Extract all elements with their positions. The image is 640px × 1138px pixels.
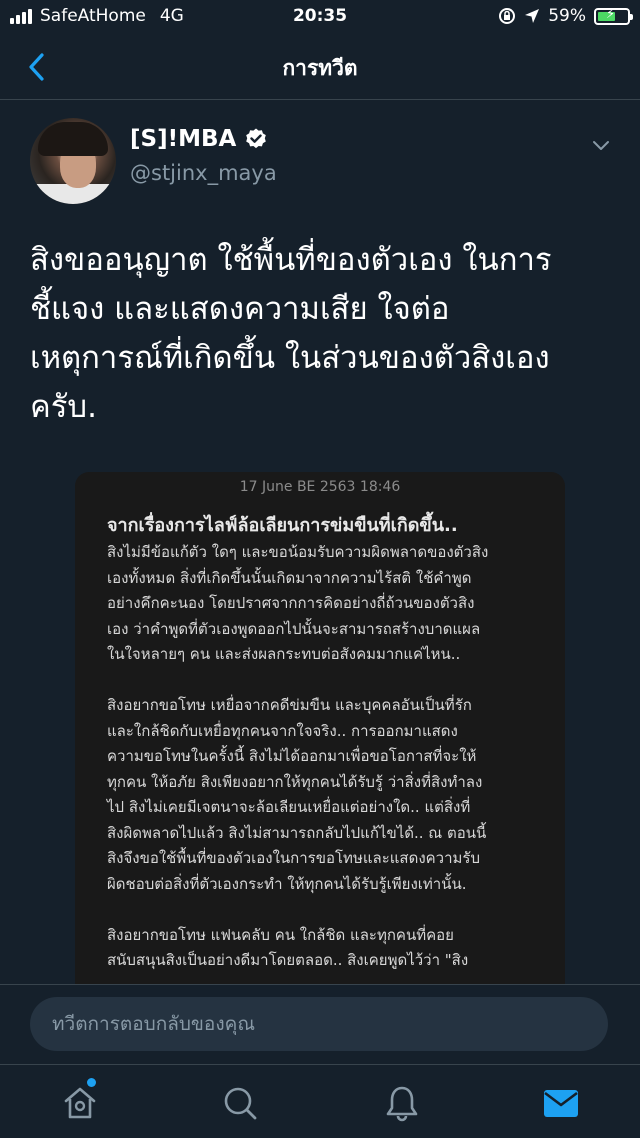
user-handle[interactable]: @stjinx_maya [130, 161, 277, 185]
reply-bar [0, 984, 640, 1064]
rotation-lock-icon [499, 8, 516, 24]
nav-bar: การทวีต [0, 34, 640, 100]
display-name[interactable]: [S]!MBA [130, 126, 268, 152]
avatar[interactable] [30, 118, 116, 204]
display-name-text: [S]!MBA [130, 126, 237, 152]
tweet-media-image[interactable]: 17 June BE 2563 18:46 จากเรื่องการไลฟ์ล้… [75, 472, 565, 1012]
tab-bar [0, 1064, 640, 1138]
media-title: จากเรื่องการไลฟ์ล้อเลียนการข่มขืนที่เกิด… [107, 515, 458, 536]
location-icon [525, 9, 540, 23]
chevron-down-icon[interactable] [591, 138, 611, 154]
battery-percent: 59% [548, 6, 586, 26]
mail-icon[interactable] [541, 1083, 581, 1123]
page-title: การทวีต [282, 56, 358, 80]
home-icon[interactable] [60, 1083, 100, 1123]
verified-badge-icon [246, 128, 267, 149]
notification-dot [87, 1078, 96, 1087]
status-right: 59% ⚡ [498, 6, 633, 26]
reply-input[interactable] [30, 997, 608, 1051]
tweet-text: สิงขออนุญาต ใช้พื้นที่ของตัวเอง ในการ ชี… [30, 242, 552, 425]
search-icon[interactable] [220, 1083, 260, 1123]
status-bar: SafeAtHome 4G 20:35 59% ⚡ [0, 0, 640, 34]
bell-icon[interactable] [382, 1083, 422, 1123]
battery-icon: ⚡ [594, 7, 633, 25]
media-body: สิงไม่มีข้อแก้ตัว ใดๆ และขอน้อมรับความผิ… [107, 543, 489, 969]
media-date: 17 June BE 2563 18:46 [239, 479, 401, 495]
